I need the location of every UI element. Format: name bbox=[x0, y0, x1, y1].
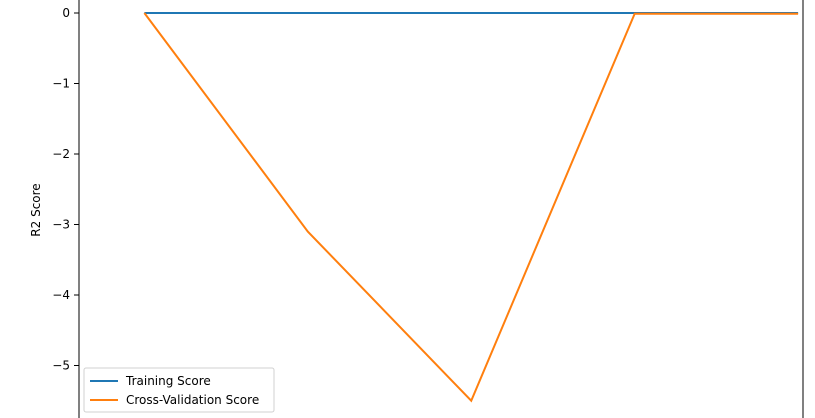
legend: Training Score Cross-Validation Score bbox=[83, 367, 275, 413]
plot-area bbox=[78, 0, 804, 418]
legend-label-training: Training Score bbox=[125, 374, 211, 388]
y-tick-label: −2 bbox=[52, 147, 70, 161]
y-tick-label: −1 bbox=[52, 77, 70, 91]
y-ticks: 0 −1 −2 −3 −4 −5 bbox=[52, 6, 79, 373]
legend-label-cross-validation: Cross-Validation Score bbox=[126, 393, 259, 407]
y-tick-label: 0 bbox=[62, 6, 70, 20]
y-tick-label: −5 bbox=[52, 359, 70, 373]
chart: R2 Score 0 −1 −2 −3 −4 −5 Training Score Cros… bbox=[29, 0, 804, 418]
y-axis-label: R2 Score bbox=[29, 183, 43, 236]
y-tick-label: −4 bbox=[52, 288, 70, 302]
y-tick-label: −3 bbox=[52, 218, 70, 232]
